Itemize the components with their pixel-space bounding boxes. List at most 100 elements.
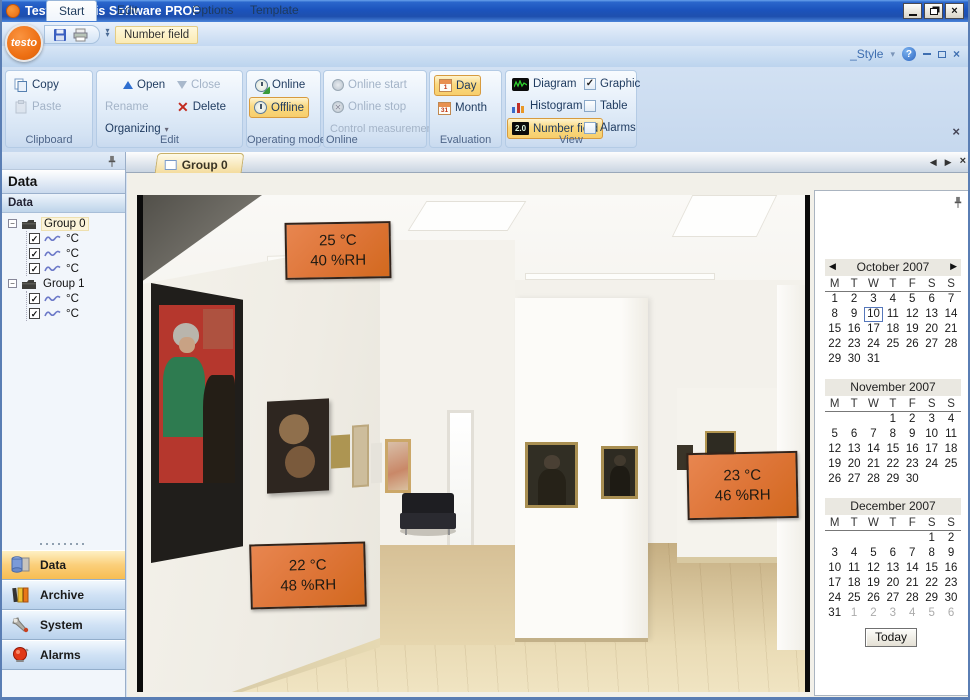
pin-icon[interactable] — [107, 155, 117, 168]
calendar-day[interactable]: 26 — [825, 472, 844, 487]
calendar-day[interactable]: 4 — [903, 606, 922, 621]
calendar-prev-icon[interactable]: ◀ — [829, 261, 836, 272]
calendar-day[interactable]: 30 — [941, 591, 960, 606]
print-icon[interactable] — [73, 28, 88, 42]
calendar-day[interactable]: 4 — [844, 546, 863, 561]
calendar-day[interactable]: 25 — [883, 337, 902, 352]
histogram-button[interactable]: Histogram — [508, 96, 586, 116]
calendar-day[interactable]: 5 — [825, 427, 844, 442]
calendar-day[interactable]: 7 — [903, 546, 922, 561]
calendar-day[interactable]: 29 — [922, 591, 941, 606]
tree-channel[interactable]: ✓°C — [29, 231, 124, 246]
calendar-day[interactable]: 27 — [844, 472, 863, 487]
online-stop-button[interactable]: ✕ Online stop — [328, 97, 410, 117]
calendar-day[interactable]: 28 — [864, 472, 883, 487]
tab-options[interactable]: Options — [180, 0, 245, 21]
calendar-day[interactable]: 3 — [864, 292, 883, 307]
tree-group[interactable]: −Group 1 — [4, 276, 124, 291]
delete-button[interactable]: ✕ Delete — [173, 97, 230, 117]
tab-edit[interactable]: Edit — [105, 0, 150, 21]
calendar-day[interactable]: 4 — [941, 412, 960, 427]
document-tab-group0[interactable]: Group 0 — [155, 153, 245, 173]
calendar-day[interactable]: 11 — [883, 307, 902, 322]
calendar-day[interactable]: 27 — [883, 591, 902, 606]
calendar-day[interactable]: 7 — [941, 292, 960, 307]
sensor-label-2[interactable]: 23 °C 46 %RH — [686, 451, 798, 520]
calendar-day[interactable]: 20 — [883, 576, 902, 591]
calendar-day[interactable]: 2 — [903, 412, 922, 427]
checkbox-checked-icon[interactable]: ✓ — [29, 308, 40, 319]
calendar-day[interactable]: 18 — [844, 576, 863, 591]
calendar-day[interactable]: 14 — [864, 442, 883, 457]
calendar-day[interactable]: 15 — [922, 561, 941, 576]
calendar-day[interactable]: 13 — [883, 561, 902, 576]
online-button[interactable]: Online — [251, 75, 309, 95]
calendar-day[interactable]: 12 — [825, 442, 844, 457]
style-menu[interactable]: _Style — [850, 47, 883, 61]
calendar-day[interactable]: 23 — [844, 337, 863, 352]
calendar-day[interactable]: 25 — [941, 457, 960, 472]
calendar-day[interactable]: 1 — [825, 292, 844, 307]
calendar-day[interactable]: 6 — [922, 292, 941, 307]
calendar-day[interactable]: 3 — [883, 606, 902, 621]
calendar-day[interactable]: 6 — [883, 546, 902, 561]
calendar-day[interactable]: 27 — [922, 337, 941, 352]
rename-button[interactable]: Rename — [101, 97, 152, 117]
calendar-day[interactable]: 22 — [825, 337, 844, 352]
help-icon[interactable]: ? — [902, 47, 916, 61]
testo-logo[interactable]: testo — [5, 24, 43, 62]
calendar-day[interactable]: 10 — [864, 307, 883, 322]
tree-channel[interactable]: ✓°C — [29, 306, 124, 321]
tree-group[interactable]: −Group 0 — [4, 216, 124, 231]
calendar-day[interactable]: 7 — [864, 427, 883, 442]
calendar-day[interactable]: 2 — [844, 292, 863, 307]
sensor-label-1[interactable]: 25 °C 40 %RH — [285, 221, 392, 280]
today-button[interactable]: Today — [865, 628, 917, 647]
calendar-day[interactable]: 12 — [864, 561, 883, 576]
calendar-day[interactable]: 13 — [922, 307, 941, 322]
style-dropdown-icon[interactable]: ▾ — [890, 49, 895, 60]
calendar-day[interactable]: 24 — [922, 457, 941, 472]
splitter-handle[interactable] — [38, 542, 88, 546]
calendar-day[interactable]: 20 — [844, 457, 863, 472]
sidebar-item-archive[interactable]: Archive — [2, 580, 125, 610]
restore-button[interactable] — [924, 3, 943, 19]
calendar-day[interactable]: 23 — [941, 576, 960, 591]
calendar-day[interactable]: 21 — [864, 457, 883, 472]
sidebar-item-data[interactable]: Data — [2, 550, 125, 580]
pane-close-icon[interactable]: × — [953, 47, 960, 61]
calendar-day[interactable]: 5 — [864, 546, 883, 561]
calendar-day[interactable]: 1 — [922, 531, 941, 546]
calendar-day[interactable]: 16 — [903, 442, 922, 457]
graphic-checkbox[interactable]: ✓ Graphic — [580, 74, 644, 94]
calendar-day[interactable]: 31 — [825, 606, 844, 621]
calendar-day[interactable]: 8 — [922, 546, 941, 561]
tab-start[interactable]: Start — [46, 0, 97, 21]
save-icon[interactable] — [53, 28, 67, 42]
calendar-day[interactable]: 24 — [864, 337, 883, 352]
pane-minimize-icon[interactable] — [923, 53, 931, 55]
calendar-day[interactable]: 17 — [864, 322, 883, 337]
day-button[interactable]: 1 Day — [434, 75, 481, 96]
checkbox-checked-icon[interactable]: ✓ — [29, 263, 40, 274]
close-button[interactable]: × — [945, 3, 964, 19]
calendar-day[interactable]: 4 — [883, 292, 902, 307]
calendar-day[interactable]: 9 — [903, 427, 922, 442]
calendar-day[interactable]: 30 — [903, 472, 922, 487]
calendar-day[interactable]: 26 — [903, 337, 922, 352]
paste-button[interactable]: Paste — [10, 97, 65, 117]
collapse-icon[interactable]: − — [8, 219, 17, 228]
calendar-day[interactable]: 3 — [922, 412, 941, 427]
copy-button[interactable]: Copy — [10, 75, 63, 95]
calendar-day[interactable]: 8 — [883, 427, 902, 442]
calendar-day[interactable]: 11 — [844, 561, 863, 576]
calendar-day[interactable]: 21 — [941, 322, 960, 337]
calendar-day[interactable]: 15 — [825, 322, 844, 337]
close-group-button[interactable]: Close — [173, 75, 224, 95]
calendar-day[interactable]: 18 — [941, 442, 960, 457]
calendar-day[interactable]: 29 — [883, 472, 902, 487]
minimize-button[interactable] — [903, 3, 922, 19]
calendar-day[interactable]: 15 — [883, 442, 902, 457]
toolbar-overflow-icon[interactable]: ▾▾ — [103, 29, 112, 37]
calendar-day[interactable]: 3 — [825, 546, 844, 561]
